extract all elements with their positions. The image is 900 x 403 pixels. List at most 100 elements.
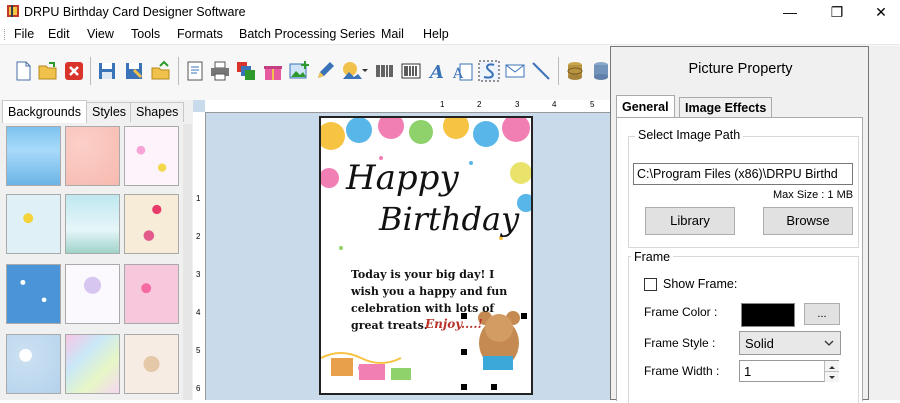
ruler-number: 3 bbox=[196, 270, 201, 279]
menu-help[interactable]: Help bbox=[423, 27, 449, 41]
pen-icon[interactable] bbox=[314, 60, 336, 82]
toolbar-separator bbox=[178, 57, 179, 85]
tab-general[interactable]: General bbox=[616, 95, 675, 118]
thumbnail-clouds[interactable] bbox=[6, 126, 61, 186]
menu-view[interactable]: View bbox=[87, 27, 114, 41]
gift-icon[interactable] bbox=[262, 60, 284, 82]
thumbnail-flowers[interactable] bbox=[6, 194, 61, 254]
add-image-icon[interactable] bbox=[288, 60, 310, 82]
frame-color-button[interactable]: ... bbox=[804, 303, 840, 325]
selection-handle[interactable] bbox=[491, 384, 497, 390]
frame-style-select[interactable]: Solid bbox=[739, 331, 841, 355]
card-message-line: great treats. bbox=[351, 319, 428, 332]
chevron-down-icon bbox=[829, 376, 835, 379]
image-path-group-label: Select Image Path bbox=[635, 128, 744, 142]
left-panel-scrollbar[interactable] bbox=[183, 124, 192, 400]
tab-backgrounds[interactable]: Backgrounds bbox=[2, 100, 87, 123]
thumbnail-pink-roses[interactable] bbox=[65, 126, 120, 186]
card-message-line: celebration with lots of bbox=[351, 302, 495, 315]
svg-text:A: A bbox=[452, 66, 464, 82]
menu-mail[interactable]: Mail bbox=[381, 27, 404, 41]
thumbnail-winter-scene[interactable] bbox=[65, 194, 120, 254]
selection-handle[interactable] bbox=[461, 313, 467, 319]
save-as-icon[interactable] bbox=[123, 60, 145, 82]
image-path-input[interactable]: C:\Program Files (x86)\DRPU Birthd bbox=[633, 163, 853, 185]
thumbnail-stars[interactable] bbox=[6, 264, 61, 324]
thumbnail-balloons-bird[interactable] bbox=[124, 194, 179, 254]
browse-button[interactable]: Browse bbox=[763, 207, 853, 235]
toolbar-separator bbox=[90, 57, 91, 85]
left-panel: Backgrounds Styles Shapes bbox=[0, 100, 194, 400]
save-icon[interactable] bbox=[96, 60, 118, 82]
library-button[interactable]: Library bbox=[645, 207, 735, 235]
close-doc-icon[interactable] bbox=[63, 60, 85, 82]
frame-width-stepper[interactable]: 1 bbox=[739, 360, 839, 382]
stepper-up-button[interactable] bbox=[824, 361, 839, 371]
ruler-number: 6 bbox=[196, 384, 201, 393]
menu-file[interactable]: File bbox=[14, 27, 34, 41]
ruler-number: 2 bbox=[196, 232, 201, 241]
print-icon[interactable] bbox=[209, 60, 231, 82]
svg-text:A: A bbox=[428, 62, 444, 82]
tab-shapes[interactable]: Shapes bbox=[130, 102, 185, 122]
properties-icon[interactable] bbox=[184, 60, 206, 82]
menu-edit[interactable]: Edit bbox=[48, 27, 70, 41]
export-icon[interactable] bbox=[150, 60, 172, 82]
panel-title: Picture Property bbox=[688, 61, 793, 77]
text-box-icon[interactable]: A bbox=[452, 60, 474, 82]
chevron-down-icon bbox=[824, 340, 834, 346]
signature-icon[interactable] bbox=[478, 60, 500, 82]
menu-tools[interactable]: Tools bbox=[131, 27, 160, 41]
right-edge-area bbox=[869, 46, 900, 400]
database-2-icon[interactable] bbox=[590, 60, 612, 82]
line-icon[interactable] bbox=[530, 60, 552, 82]
mail-icon[interactable] bbox=[504, 60, 526, 82]
vertical-ruler: 1 2 3 4 5 6 bbox=[193, 112, 206, 400]
thumbnail-balloons-sketch[interactable] bbox=[65, 264, 120, 324]
ruler-number: 5 bbox=[590, 100, 595, 109]
layers-icon[interactable] bbox=[235, 60, 257, 82]
tab-styles[interactable]: Styles bbox=[86, 102, 133, 122]
frame-width-label: Frame Width : bbox=[644, 364, 720, 378]
shape-icon[interactable] bbox=[340, 60, 368, 82]
thumbnail-pink-hearts[interactable] bbox=[124, 264, 179, 324]
selection-handle[interactable] bbox=[521, 313, 527, 319]
stepper-down-button[interactable] bbox=[824, 371, 839, 382]
birthday-card[interactable]: Happy Birthday Today is your big day! I … bbox=[319, 116, 533, 395]
toolbar-separator bbox=[558, 57, 559, 85]
close-window-button[interactable]: ✕ bbox=[859, 0, 900, 24]
thumbnail-butterflies[interactable] bbox=[124, 126, 179, 186]
max-size-label: Max Size : 1 MB bbox=[773, 189, 854, 201]
menu-grip bbox=[4, 29, 7, 40]
barcode-icon[interactable] bbox=[374, 60, 396, 82]
ruler-number: 4 bbox=[196, 308, 201, 317]
ruler-number: 1 bbox=[440, 100, 445, 109]
show-frame-checkbox[interactable] bbox=[644, 278, 657, 291]
selection-handle[interactable] bbox=[461, 384, 467, 390]
thumbnail-pastel-rainbow[interactable] bbox=[65, 334, 120, 394]
thumbnail-teddy-bear[interactable] bbox=[124, 334, 179, 394]
barcode-2d-icon[interactable] bbox=[400, 60, 422, 82]
app-logo-icon bbox=[7, 5, 19, 17]
frame-width-value: 1 bbox=[744, 364, 752, 379]
tab-image-effects[interactable]: Image Effects bbox=[679, 97, 773, 118]
selection-handle[interactable] bbox=[461, 349, 467, 355]
general-tab-content: Select Image Path Frame bbox=[616, 117, 863, 403]
thumbnail-bubbles[interactable] bbox=[6, 334, 61, 394]
minimize-button[interactable]: — bbox=[768, 0, 812, 24]
database-icon[interactable] bbox=[564, 60, 586, 82]
frame-color-swatch[interactable] bbox=[741, 303, 795, 327]
menu-bar: File Edit View Tools Formats Batch Proce… bbox=[0, 24, 900, 45]
new-icon[interactable] bbox=[12, 60, 34, 82]
restore-button[interactable]: ❐ bbox=[815, 0, 859, 24]
show-frame-label: Show Frame: bbox=[663, 277, 738, 291]
text-icon[interactable]: A bbox=[426, 60, 448, 82]
menu-batch-processing[interactable]: Batch Processing Series bbox=[239, 27, 375, 41]
card-headline-happy: Happy bbox=[346, 158, 459, 198]
open-icon[interactable] bbox=[37, 60, 59, 82]
card-signoff: Enjoy....! bbox=[425, 317, 483, 331]
card-message-line: wish you a happy and fun bbox=[351, 285, 508, 298]
menu-formats[interactable]: Formats bbox=[177, 27, 223, 41]
frame-style-value: Solid bbox=[745, 336, 774, 351]
frame-color-label: Frame Color : bbox=[644, 305, 718, 319]
